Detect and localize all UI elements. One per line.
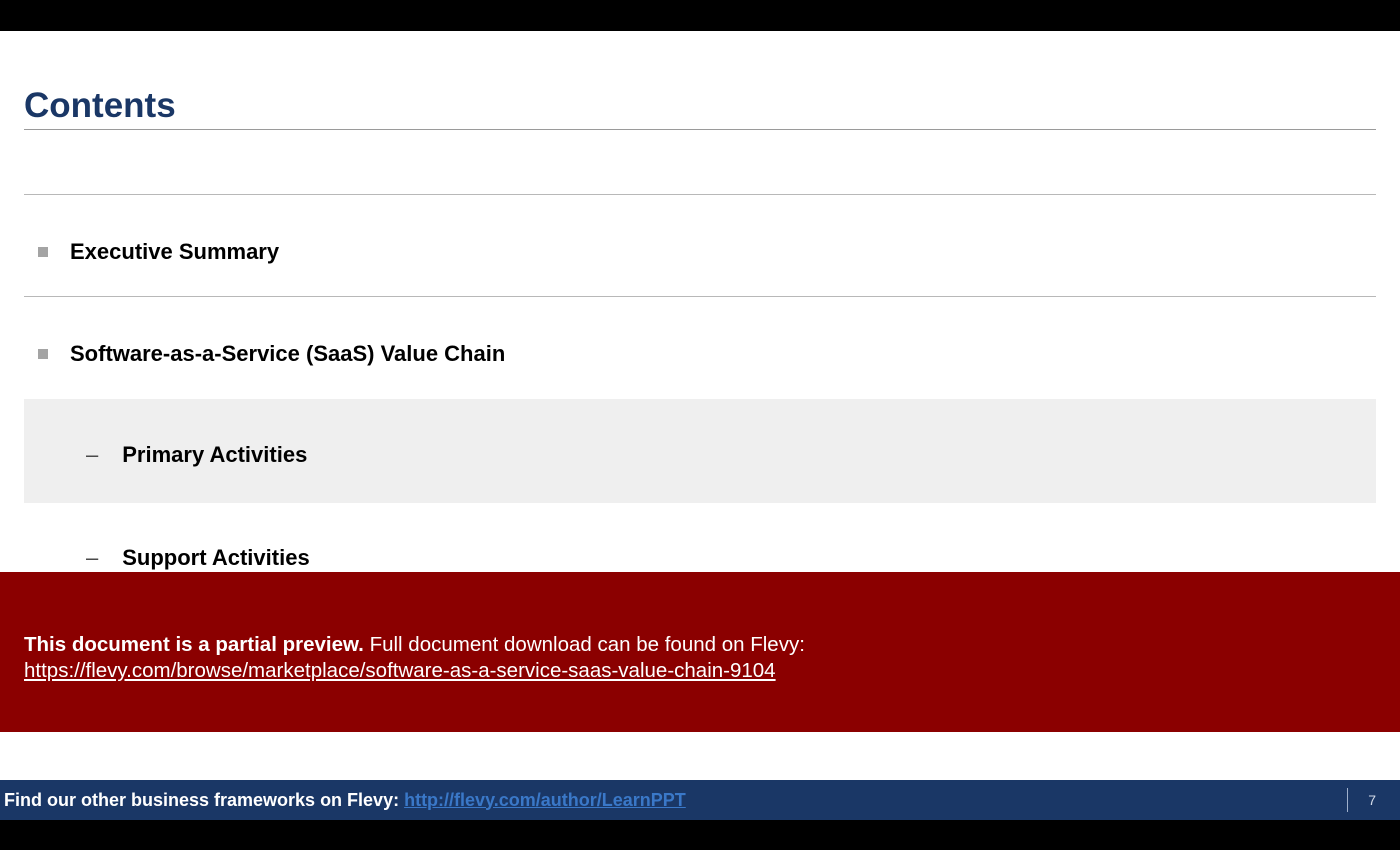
toc-label: Executive Summary xyxy=(70,239,279,265)
dash-icon: – xyxy=(86,545,98,571)
footer-link[interactable]: http://flevy.com/author/LearnPPT xyxy=(404,790,686,810)
bullet-icon xyxy=(38,349,48,359)
toc-row-primary-activities: – Primary Activities xyxy=(24,442,1376,468)
preview-rest: Full document download can be found on F… xyxy=(364,633,805,656)
footer-label: Find our other business frameworks on Fl… xyxy=(4,790,404,810)
bullet-icon xyxy=(38,247,48,257)
page-number: 7 xyxy=(1347,788,1400,812)
row-rule xyxy=(24,296,1376,297)
toc-label: Support Activities xyxy=(122,545,309,571)
toc-label: Software-as-a-Service (SaaS) Value Chain xyxy=(70,341,505,367)
toc-row-support-activities: – Support Activities xyxy=(24,545,1376,571)
preview-bold: This document is a partial preview. xyxy=(24,633,364,656)
preview-link[interactable]: https://flevy.com/browse/marketplace/sof… xyxy=(24,659,776,682)
footer-text: Find our other business frameworks on Fl… xyxy=(0,790,686,811)
content-top-rule xyxy=(24,194,1376,195)
page-title: Contents xyxy=(24,86,176,126)
toc-row-saas-value-chain: Software-as-a-Service (SaaS) Value Chain xyxy=(24,341,1376,367)
letterbox-top xyxy=(0,0,1400,31)
letterbox-bottom xyxy=(0,820,1400,850)
preview-banner: This document is a partial preview. Full… xyxy=(0,572,1400,732)
toc-row-executive-summary: Executive Summary xyxy=(24,239,1376,265)
dash-icon: – xyxy=(86,442,98,468)
toc-label: Primary Activities xyxy=(122,442,307,468)
slide: Contents Executive Summary Software-as-a… xyxy=(0,31,1400,820)
title-rule xyxy=(24,129,1376,130)
slide-footer: Find our other business frameworks on Fl… xyxy=(0,780,1400,820)
